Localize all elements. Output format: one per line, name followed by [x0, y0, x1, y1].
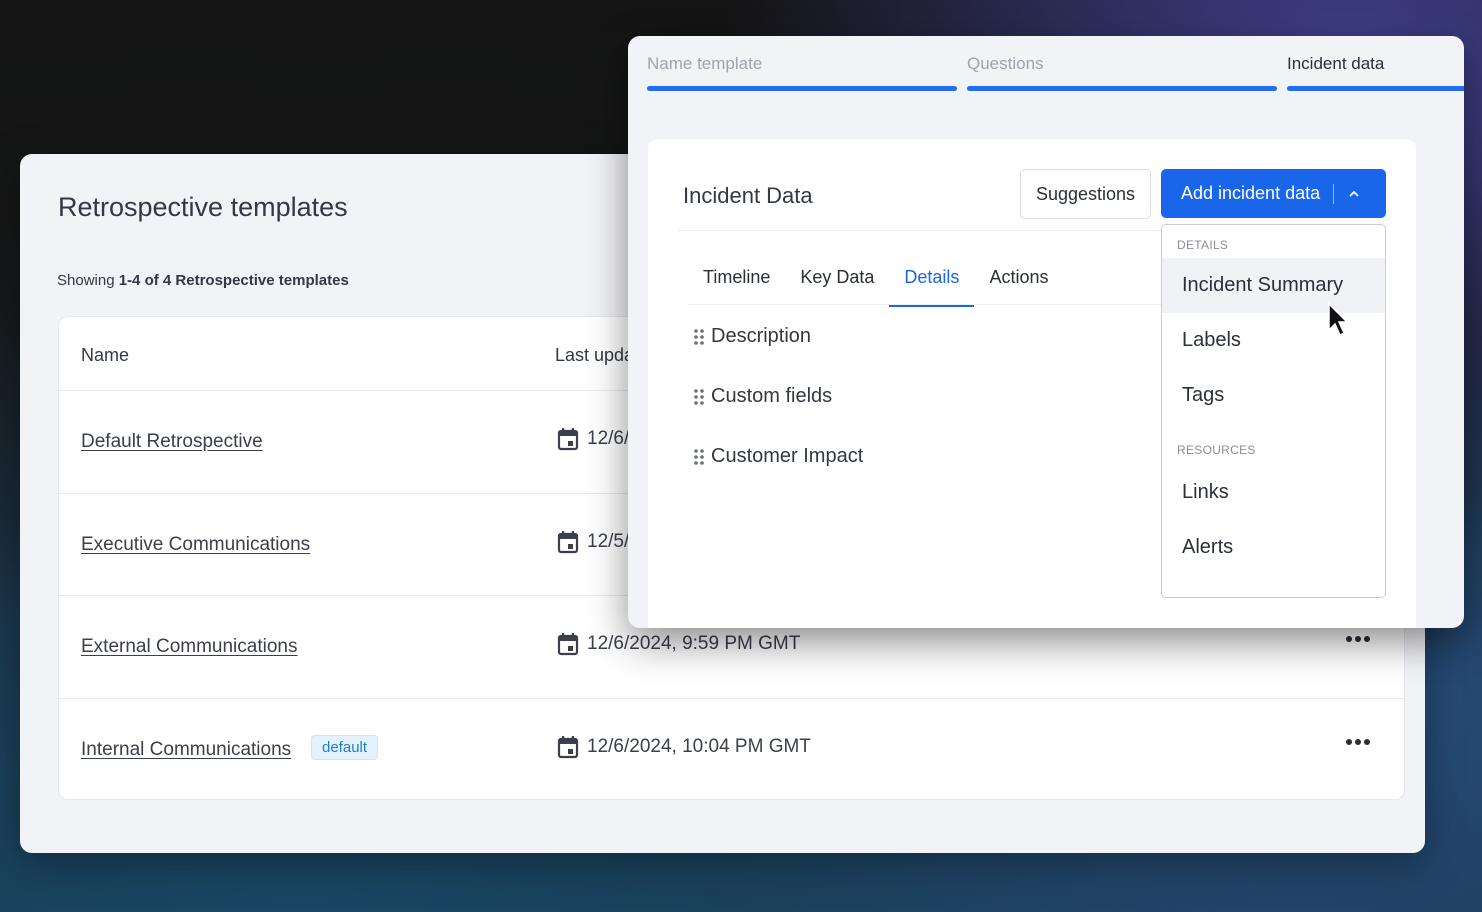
- menu-group-label-details: DETAILS: [1177, 238, 1229, 252]
- tab-actions[interactable]: Actions: [974, 259, 1063, 306]
- step-progress-bar: [1287, 86, 1464, 91]
- step-label: Questions: [967, 54, 1044, 73]
- calendar-icon: [557, 633, 579, 656]
- chevron-up-icon[interactable]: [1348, 190, 1360, 198]
- tab-timeline[interactable]: Timeline: [688, 259, 785, 306]
- menu-item-labels[interactable]: Labels: [1162, 313, 1385, 368]
- step-progress-bar: [647, 86, 957, 91]
- step-questions[interactable]: Questions: [967, 54, 1277, 91]
- more-horizontal-icon: [1346, 636, 1352, 642]
- tab-key-data[interactable]: Key Data: [785, 259, 889, 306]
- tab-details[interactable]: Details: [889, 259, 975, 307]
- calendar-icon: [557, 428, 579, 451]
- drag-handle-icon[interactable]: [693, 448, 705, 466]
- table-row: Internal Communications default 12/6/202…: [59, 699, 1404, 800]
- menu-item-alerts[interactable]: Alerts: [1162, 520, 1385, 575]
- last-updated-cell: 12/6/2024, 10:04 PM GMT: [557, 735, 811, 759]
- template-link[interactable]: Default Retrospective: [81, 431, 263, 453]
- more-options-button[interactable]: [1346, 738, 1370, 745]
- add-incident-data-menu: DETAILS Incident Summary Labels Tags RES…: [1161, 224, 1386, 598]
- calendar-icon: [557, 530, 579, 553]
- step-name-template[interactable]: Name template: [647, 54, 957, 91]
- calendar-icon: [557, 735, 579, 758]
- template-link[interactable]: External Communications: [81, 636, 297, 658]
- drag-handle-icon[interactable]: [693, 328, 705, 346]
- results-count-prefix: Showing: [57, 272, 119, 289]
- column-header-name[interactable]: Name: [81, 345, 129, 366]
- template-link[interactable]: Executive Communications: [81, 534, 310, 556]
- results-count-range: 1-4 of 4 Retrospective templates: [118, 272, 349, 289]
- step-incident-data[interactable]: Incident data: [1287, 54, 1464, 91]
- results-count: Showing 1-4 of 4 Retrospective templates: [57, 272, 349, 289]
- suggestions-button[interactable]: Suggestions: [1020, 169, 1151, 219]
- button-separator: [1333, 183, 1335, 204]
- drag-handle-icon[interactable]: [693, 388, 705, 406]
- last-updated-date: 12/6/2024, 10:04 PM GMT: [587, 735, 811, 757]
- template-wizard-modal: Name template Questions Incident data In…: [628, 36, 1464, 628]
- field-label: Custom fields: [711, 385, 833, 407]
- menu-item-tags[interactable]: Tags: [1162, 368, 1385, 423]
- last-updated-cell: 12/6/2024, 9:59 PM GMT: [557, 632, 800, 656]
- tabs-divider: [688, 304, 1168, 305]
- field-label: Customer Impact: [711, 445, 864, 467]
- default-badge: default: [311, 734, 379, 760]
- step-label: Name template: [647, 54, 763, 73]
- page-title: Retrospective templates: [58, 192, 348, 222]
- add-incident-data-button[interactable]: Add incident data: [1161, 169, 1386, 218]
- template-link[interactable]: Internal Communications: [81, 739, 291, 761]
- step-progress-bar: [967, 86, 1277, 91]
- incident-data-card: Incident Data Suggestions Add incident d…: [648, 139, 1416, 628]
- field-item[interactable]: Customer Impact: [693, 445, 863, 468]
- field-label: Description: [711, 325, 812, 347]
- add-incident-data-label: Add incident data: [1181, 183, 1321, 203]
- field-item[interactable]: Custom fields: [693, 385, 832, 408]
- incident-data-tabs: Timeline Key Data Details Actions: [688, 259, 1063, 307]
- more-horizontal-icon: [1346, 738, 1352, 745]
- last-updated-date: 12/6/2024, 9:59 PM GMT: [587, 633, 801, 654]
- menu-group-label-resources: RESOURCES: [1177, 443, 1256, 457]
- menu-item-links[interactable]: Links: [1162, 465, 1385, 520]
- more-options-button[interactable]: [1346, 636, 1370, 642]
- menu-item-incident-summary[interactable]: Incident Summary: [1162, 258, 1385, 313]
- divider: [678, 230, 1168, 231]
- step-label: Incident data: [1287, 54, 1385, 73]
- card-title: Incident Data: [683, 183, 813, 208]
- field-item[interactable]: Description: [693, 325, 811, 348]
